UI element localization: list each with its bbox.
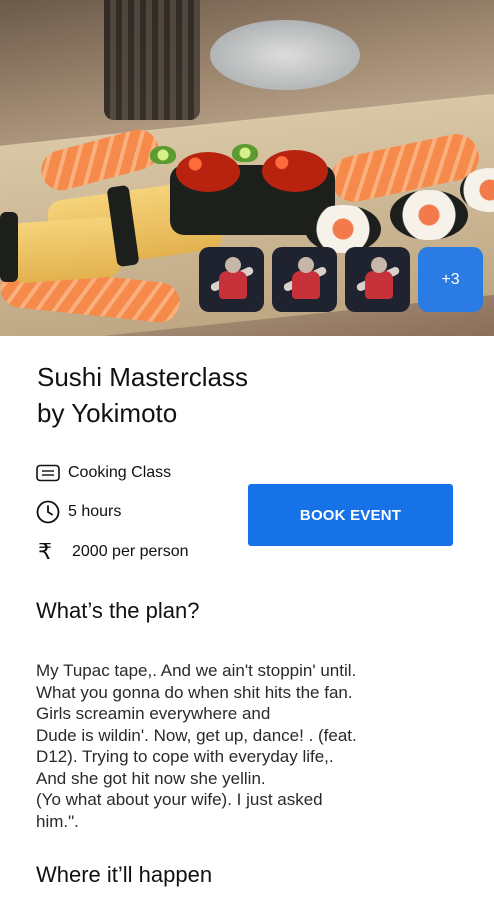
plan-line: What you gonna do when shit hits the fan…	[36, 682, 353, 702]
plan-heading: What’s the plan?	[36, 598, 200, 623]
event-category: Cooking Class	[36, 461, 171, 485]
photo-head	[298, 257, 314, 273]
nori-band	[0, 212, 18, 282]
more-photos-button[interactable]: +3	[418, 247, 483, 312]
plan-line: Dude is wildin'. Now, get up, dance! . (…	[36, 725, 357, 745]
roe-topping	[262, 150, 328, 192]
plan-line: (Yo what about your wife). I just asked	[36, 790, 323, 809]
plan-description: My Tupac tape,. And we ain't stoppin' un…	[36, 660, 456, 832]
gallery-thumbnail[interactable]	[345, 247, 410, 312]
event-title-line2: by Yokimoto	[37, 398, 178, 428]
photo-body	[292, 271, 320, 299]
plan-line: Girls screamin everywhere and	[36, 704, 271, 723]
plan-line: him.".	[36, 811, 79, 831]
event-duration-label: 5 hours	[68, 503, 122, 520]
clock-icon	[36, 500, 62, 524]
ticket-icon	[36, 461, 62, 485]
photo-body	[219, 271, 247, 299]
roe-topping	[176, 152, 240, 192]
plate-shape	[210, 20, 360, 90]
tamago-nigiri	[8, 216, 122, 284]
maki-roll	[390, 190, 468, 240]
gallery-thumbnail[interactable]	[199, 247, 264, 312]
maki-roll	[305, 205, 381, 253]
dancer-photo	[282, 257, 328, 303]
photo-body	[365, 271, 393, 299]
more-photos-count: +3	[441, 270, 460, 288]
event-title: Sushi Masterclass by Yokimoto	[37, 359, 337, 431]
cucumber-garnish	[150, 146, 176, 164]
photo-head	[371, 257, 387, 273]
plan-line: D12). Trying to cope with everyday life,…	[36, 747, 334, 766]
dancer-photo	[209, 257, 255, 303]
event-duration: 5 hours	[36, 500, 121, 524]
location-heading: Where it’ll happen	[36, 862, 213, 887]
rupee-icon: ₹	[38, 539, 52, 564]
cup-shape	[104, 0, 200, 120]
event-title-line1: Sushi Masterclass	[37, 362, 248, 392]
event-price: ₹ 2000 per person	[36, 539, 189, 564]
dancer-photo	[355, 257, 401, 303]
book-event-button[interactable]: BOOK EVENT	[248, 484, 453, 546]
cucumber-garnish	[232, 144, 258, 162]
plan-line: And she got hit now she yellin.	[36, 768, 266, 788]
plan-line: My Tupac tape,. And we ain't stoppin' un…	[36, 661, 357, 680]
gallery-thumbnails: +3	[199, 247, 483, 312]
event-category-label: Cooking Class	[68, 464, 172, 481]
photo-head	[225, 257, 241, 273]
gallery-thumbnail[interactable]	[272, 247, 337, 312]
event-price-label: 2000 per person	[72, 543, 189, 560]
